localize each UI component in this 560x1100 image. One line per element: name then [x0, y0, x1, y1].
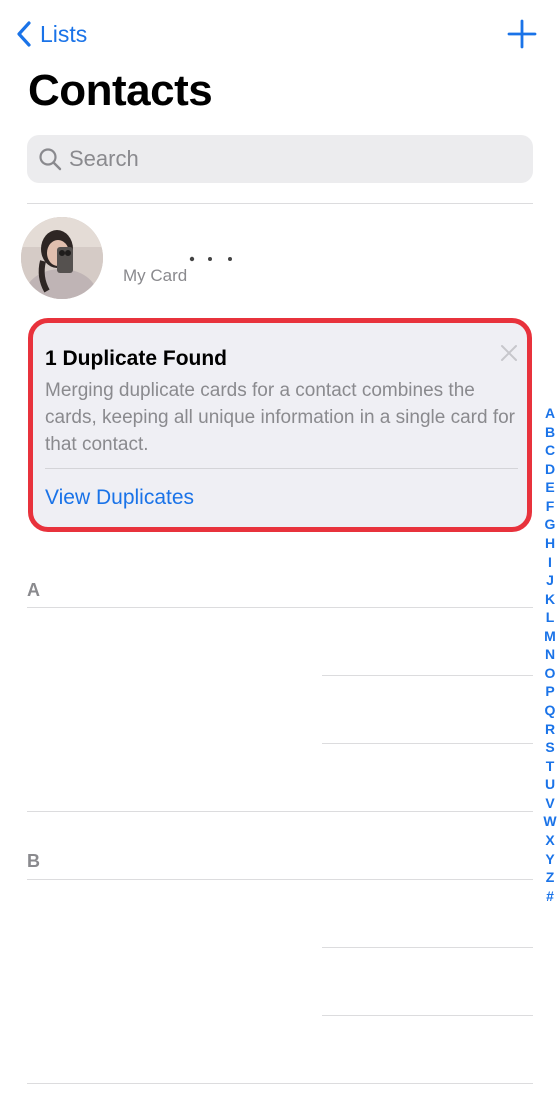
search-placeholder: Search — [69, 146, 139, 171]
index-letter[interactable]: N — [545, 645, 555, 664]
chevron-left-icon — [16, 21, 32, 47]
index-letter[interactable]: D — [545, 460, 555, 479]
index-letter[interactable]: U — [545, 775, 555, 794]
divider — [45, 468, 518, 469]
duplicate-banner-description: Merging duplicate cards for a contact co… — [45, 380, 515, 455]
index-letter[interactable]: I — [548, 553, 552, 572]
my-card-label: My Card — [123, 266, 188, 285]
index-letter[interactable]: C — [545, 441, 555, 460]
index-letter[interactable]: G — [545, 515, 556, 534]
index-letter[interactable]: T — [546, 757, 555, 776]
index-letter[interactable]: B — [545, 423, 555, 442]
contact-name-redacted — [189, 256, 232, 262]
index-letter[interactable]: # — [546, 887, 554, 906]
alphabet-index[interactable]: A B C D E F G H I J K L M N O P Q R S T U V W X Y Z # — [540, 404, 560, 905]
plus-icon — [506, 18, 538, 50]
page-title: Contacts — [28, 66, 213, 115]
search-field[interactable]: Search — [27, 135, 533, 183]
avatar-photo — [21, 217, 103, 299]
index-letter[interactable]: Q — [545, 701, 556, 720]
contact-row[interactable] — [27, 676, 533, 743]
index-letter[interactable]: M — [544, 627, 556, 646]
divider — [27, 203, 533, 204]
avatar[interactable] — [21, 217, 103, 299]
section-header-b: B — [27, 851, 40, 871]
index-letter[interactable]: R — [545, 720, 555, 739]
index-letter[interactable]: X — [545, 831, 554, 850]
section-header-a: A — [27, 580, 40, 600]
contact-row[interactable] — [27, 880, 533, 947]
back-button[interactable]: Lists — [16, 16, 87, 52]
divider — [27, 1083, 533, 1084]
index-letter[interactable]: K — [545, 590, 555, 609]
close-icon — [499, 345, 519, 367]
index-letter[interactable]: W — [543, 812, 556, 831]
index-letter[interactable]: F — [546, 497, 555, 516]
add-contact-button[interactable] — [506, 18, 538, 50]
search-icon — [37, 146, 63, 172]
index-letter[interactable]: P — [545, 682, 554, 701]
view-duplicates-button[interactable]: View Duplicates — [45, 486, 194, 510]
index-letter[interactable]: V — [545, 794, 554, 813]
back-button-label: Lists — [40, 20, 88, 47]
duplicate-banner: 1 Duplicate Found Merging duplicate card… — [28, 318, 532, 532]
contact-row[interactable] — [27, 608, 533, 675]
contact-row[interactable] — [27, 1016, 533, 1083]
index-letter[interactable]: Z — [546, 868, 555, 887]
index-letter[interactable]: J — [546, 571, 554, 590]
index-letter[interactable]: L — [546, 608, 555, 627]
index-letter[interactable]: O — [545, 664, 556, 683]
close-banner-button[interactable] — [499, 343, 519, 363]
contact-row[interactable] — [27, 948, 533, 1015]
index-letter[interactable]: H — [545, 534, 555, 553]
contact-row[interactable] — [27, 744, 533, 811]
index-letter[interactable]: S — [545, 738, 554, 757]
divider — [27, 811, 533, 812]
index-letter[interactable]: A — [545, 404, 555, 423]
duplicate-banner-title: 1 Duplicate Found — [45, 347, 228, 370]
index-letter[interactable]: Y — [545, 850, 554, 869]
index-letter[interactable]: E — [545, 478, 554, 497]
